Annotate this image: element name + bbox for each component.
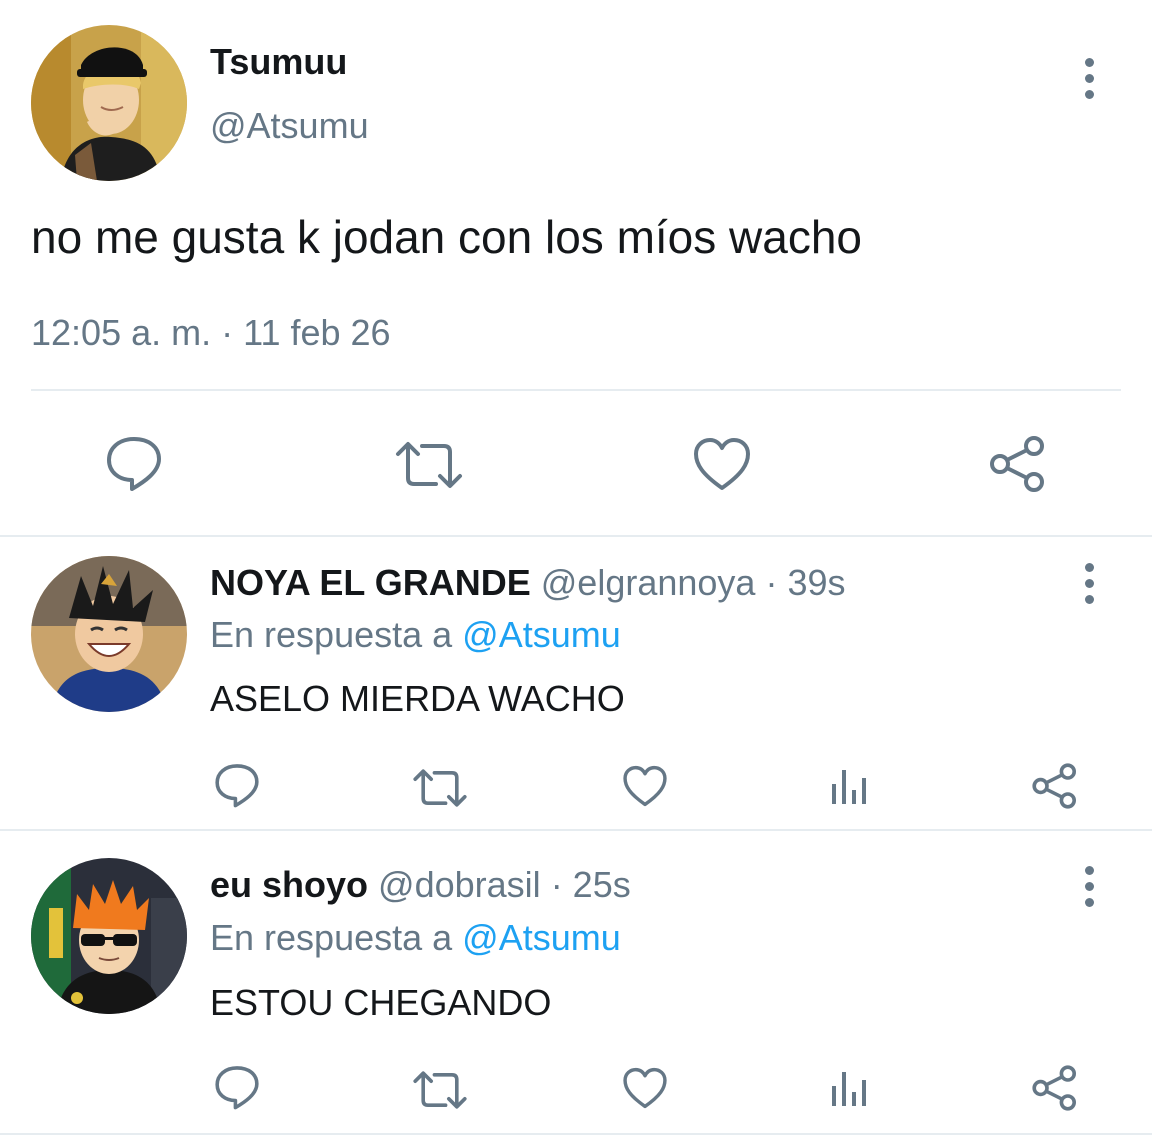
section-divider: [0, 1133, 1152, 1135]
reply-handle[interactable]: @elgrannoya: [541, 562, 756, 603]
reply-context: En respuesta a @Atsumu: [210, 915, 621, 961]
reply-avatar[interactable]: [31, 556, 187, 712]
reply-mention-link[interactable]: @Atsumu: [462, 614, 621, 655]
section-divider: [0, 829, 1152, 831]
reply-handle[interactable]: @dobrasil: [378, 864, 541, 905]
main-tweet-display-name[interactable]: Tsumuu: [210, 40, 347, 84]
like-icon[interactable]: [622, 764, 668, 808]
reply-more-icon[interactable]: [1078, 866, 1100, 907]
share-icon[interactable]: [1031, 762, 1079, 810]
main-tweet-timestamp[interactable]: 12:05 a. m. · 11 feb 26: [31, 310, 391, 356]
main-tweet-divider: [31, 389, 1121, 391]
reply-mention-link[interactable]: @Atsumu: [462, 917, 621, 958]
like-icon[interactable]: [692, 436, 752, 492]
section-divider: [0, 535, 1152, 537]
main-tweet-text: no me gusta k jodan con los míos wacho: [31, 211, 863, 263]
reply-icon[interactable]: [104, 434, 164, 492]
like-icon[interactable]: [622, 1066, 668, 1110]
reply-time[interactable]: · 39s: [765, 562, 845, 603]
reply-text: ESTOU CHEGANDO: [210, 982, 552, 1023]
reply-header: eu shoyo @dobrasil · 25s: [210, 862, 631, 908]
main-tweet-avatar[interactable]: [31, 25, 187, 181]
avatar-orange-hair-sunglasses: [31, 858, 187, 1014]
reply-context-label: En respuesta a: [210, 917, 453, 958]
reply-display-name[interactable]: NOYA EL GRANDE: [210, 562, 531, 603]
reply-context-label: En respuesta a: [210, 614, 453, 655]
main-tweet-more-icon[interactable]: [1078, 58, 1100, 99]
reply-icon[interactable]: [213, 762, 261, 808]
retweet-icon[interactable]: [412, 768, 468, 808]
reply-more-icon[interactable]: [1078, 563, 1100, 604]
analytics-icon[interactable]: [830, 1068, 870, 1108]
reply-display-name[interactable]: eu shoyo: [210, 864, 368, 905]
reply-header: NOYA EL GRANDE @elgrannoya · 39s: [210, 560, 846, 606]
reply-time[interactable]: · 25s: [551, 864, 631, 905]
share-icon[interactable]: [988, 434, 1048, 494]
main-tweet-handle[interactable]: @Atsumu: [210, 104, 369, 148]
reply-context: En respuesta a @Atsumu: [210, 612, 621, 658]
avatar-blond-man-cap: [31, 25, 187, 181]
retweet-icon[interactable]: [412, 1070, 468, 1110]
reply-icon[interactable]: [213, 1064, 261, 1110]
reply-text: ASELO MIERDA WACHO: [210, 678, 625, 719]
retweet-icon[interactable]: [394, 440, 464, 490]
reply-avatar[interactable]: [31, 858, 187, 1014]
avatar-smiling-boy: [31, 556, 187, 712]
share-icon[interactable]: [1031, 1064, 1079, 1112]
analytics-icon[interactable]: [830, 766, 870, 806]
